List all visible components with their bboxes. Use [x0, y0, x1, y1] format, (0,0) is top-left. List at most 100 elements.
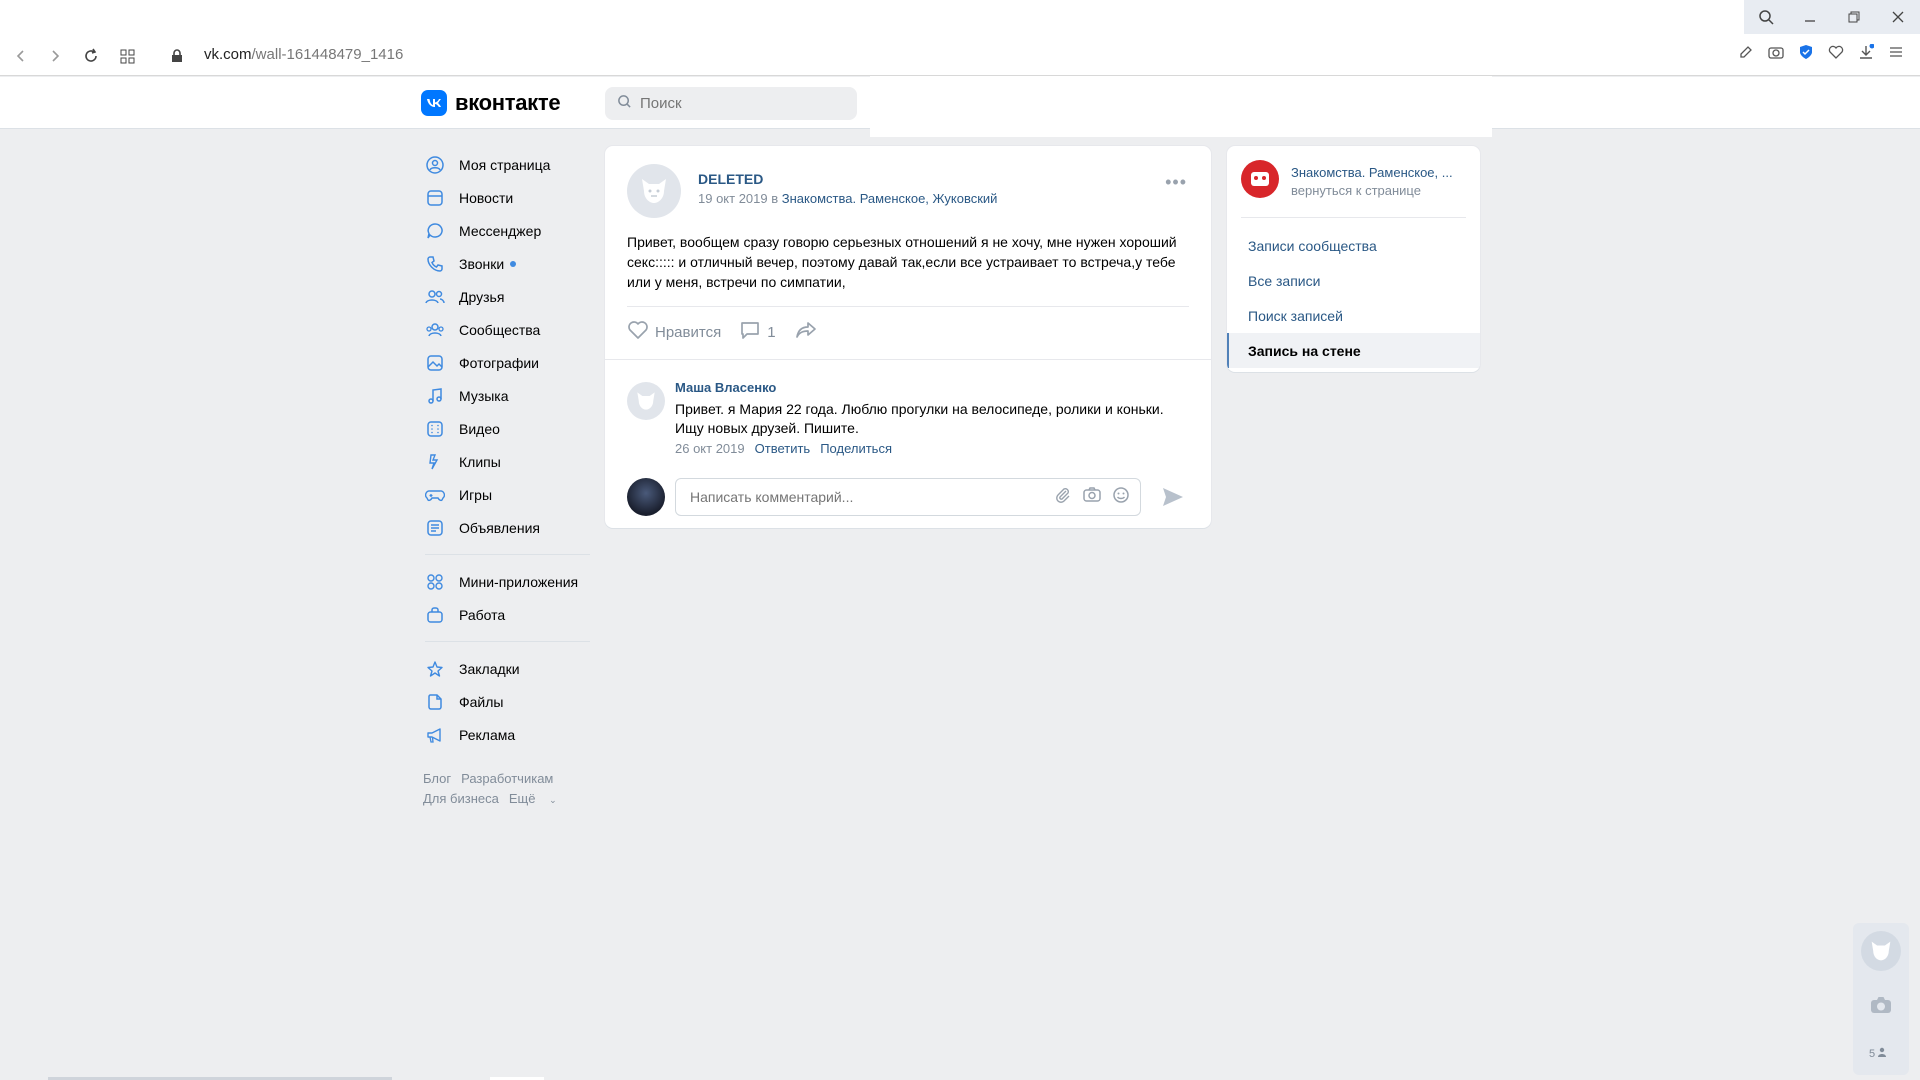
like-label: Нравится — [655, 323, 722, 341]
menu-item-files[interactable]: Файлы — [420, 685, 590, 718]
comment-composer[interactable] — [675, 478, 1141, 516]
menu-item-work[interactable]: Работа — [420, 598, 590, 631]
heart-icon[interactable] — [1826, 42, 1846, 62]
forward-icon[interactable] — [42, 43, 68, 69]
post-author[interactable]: DELETED — [698, 171, 763, 187]
post-text: Привет, вообщем сразу говорю серьезных о… — [627, 234, 1177, 290]
reload-icon[interactable] — [78, 43, 104, 69]
online-count[interactable]: 5 — [1869, 1047, 1887, 1060]
vk-logo-text: вконтакте — [455, 90, 561, 115]
left-menu: Моя страница Новости Мессенджер Звонки Д… — [420, 148, 590, 810]
menu-item-messenger[interactable]: Мессенджер — [420, 214, 590, 247]
menu-item-advertising[interactable]: Реклама — [420, 718, 590, 751]
deleted-avatar[interactable] — [627, 164, 681, 218]
menu-item-label: Сообщества — [459, 321, 541, 338]
menu-item-label: Объявления — [459, 519, 540, 536]
camera-icon[interactable] — [1869, 995, 1893, 1020]
attach-icon[interactable] — [1054, 486, 1072, 509]
group-name-link[interactable]: Знакомства. Раменское, ... — [1291, 165, 1453, 180]
menu-item-label: Игры — [459, 486, 493, 503]
vk-logo[interactable]: вконтакте — [421, 90, 561, 116]
menu-icon[interactable] — [1886, 42, 1906, 62]
search-icon[interactable] — [1744, 0, 1788, 34]
footer-links: Блог Разработчикам Для бизнеса Ещё ⌄ — [420, 769, 590, 810]
my-avatar[interactable] — [627, 478, 665, 516]
menu-item-bookmarks[interactable]: Закладки — [420, 652, 590, 685]
friends-icon — [425, 287, 445, 307]
menu-divider — [425, 641, 590, 642]
restore-icon[interactable] — [1832, 0, 1876, 34]
menu-item-label: Друзья — [459, 288, 505, 305]
tabs-grid-icon[interactable] — [114, 43, 140, 69]
megaphone-icon — [425, 725, 445, 745]
reply-link[interactable]: Ответить — [755, 441, 811, 456]
close-icon[interactable] — [1876, 0, 1920, 34]
footer-link-blog[interactable]: Блог — [423, 771, 451, 786]
menu-item-ads[interactable]: Объявления — [420, 511, 590, 544]
chat-widget: 5 — [1853, 923, 1909, 1075]
menu-item-music[interactable]: Музыка — [420, 379, 590, 412]
shield-icon[interactable] — [1796, 42, 1816, 62]
minimize-icon[interactable] — [1788, 0, 1832, 34]
post-date[interactable]: 19 окт 2019 в — [698, 191, 778, 206]
camera-icon[interactable] — [1766, 42, 1786, 62]
phone-icon — [425, 254, 445, 274]
right-nav-divider — [1241, 217, 1466, 218]
share-link[interactable]: Поделиться — [820, 441, 892, 456]
widget-avatar[interactable] — [1861, 931, 1901, 971]
menu-item-news[interactable]: Новости — [420, 181, 590, 214]
nav-all-posts[interactable]: Все записи — [1227, 263, 1480, 298]
ads-icon — [425, 518, 445, 538]
commenter-avatar[interactable] — [627, 382, 665, 420]
comment-date[interactable]: 26 окт 2019 — [675, 441, 745, 456]
user-icon — [1877, 1047, 1887, 1060]
back-icon[interactable] — [8, 43, 34, 69]
send-icon[interactable] — [1161, 486, 1185, 513]
group-avatar[interactable] — [1241, 160, 1279, 198]
footer-link-developers[interactable]: Разработчикам — [461, 771, 553, 786]
menu-item-label: Видео — [459, 420, 500, 437]
comment-input[interactable] — [690, 489, 1054, 505]
menu-item-communities[interactable]: Сообщества — [420, 313, 590, 346]
edit-icon[interactable] — [1736, 42, 1756, 62]
footer-link-more[interactable]: Ещё ⌄ — [509, 791, 567, 806]
like-button[interactable]: Нравится — [627, 320, 721, 344]
apps-icon — [425, 572, 445, 592]
comment-author[interactable]: Маша Власенко — [675, 380, 776, 395]
menu-item-mini-apps[interactable]: Мини-приложения — [420, 565, 590, 598]
menu-item-calls[interactable]: Звонки — [420, 247, 590, 280]
more-options-icon[interactable]: ••• — [1165, 172, 1187, 193]
menu-item-clips[interactable]: Клипы — [420, 445, 590, 478]
gamepad-icon — [425, 485, 445, 505]
post-group-link[interactable]: Знакомства. Раменское, Жуковский — [782, 191, 998, 206]
footer-link-business[interactable]: Для бизнеса — [423, 791, 499, 806]
menu-item-label: Закладки — [459, 660, 520, 677]
menu-item-my-page[interactable]: Моя страница — [420, 148, 590, 181]
menu-item-games[interactable]: Игры — [420, 478, 590, 511]
emoji-icon[interactable] — [1112, 486, 1130, 509]
browser-extensions — [1736, 42, 1906, 62]
address-bar[interactable]: vk.com/wall-161448479_1416 — [204, 46, 403, 63]
nav-wall-post[interactable]: Запись на стене — [1227, 333, 1480, 368]
back-to-page-link[interactable]: вернуться к странице — [1291, 183, 1421, 198]
menu-item-label: Моя страница — [459, 156, 551, 173]
user-circle-icon — [425, 155, 445, 175]
window-controls — [1744, 0, 1920, 34]
search-input[interactable] — [640, 95, 840, 112]
comment-button[interactable]: 1 — [739, 320, 776, 344]
star-icon — [425, 659, 445, 679]
search-box[interactable] — [605, 87, 857, 120]
video-icon — [425, 419, 445, 439]
menu-item-photos[interactable]: Фотографии — [420, 346, 590, 379]
nav-search-posts[interactable]: Поиск записей — [1227, 298, 1480, 333]
share-button[interactable] — [794, 320, 818, 344]
menu-item-video[interactable]: Видео — [420, 412, 590, 445]
post-divider — [627, 306, 1189, 307]
menu-item-label: Файлы — [459, 693, 504, 710]
download-icon[interactable] — [1856, 42, 1876, 62]
camera-icon[interactable] — [1082, 486, 1102, 509]
composer-icons — [1054, 486, 1140, 509]
menu-item-label: Новости — [459, 189, 514, 206]
menu-item-friends[interactable]: Друзья — [420, 280, 590, 313]
nav-community-posts[interactable]: Записи сообщества — [1227, 228, 1480, 263]
